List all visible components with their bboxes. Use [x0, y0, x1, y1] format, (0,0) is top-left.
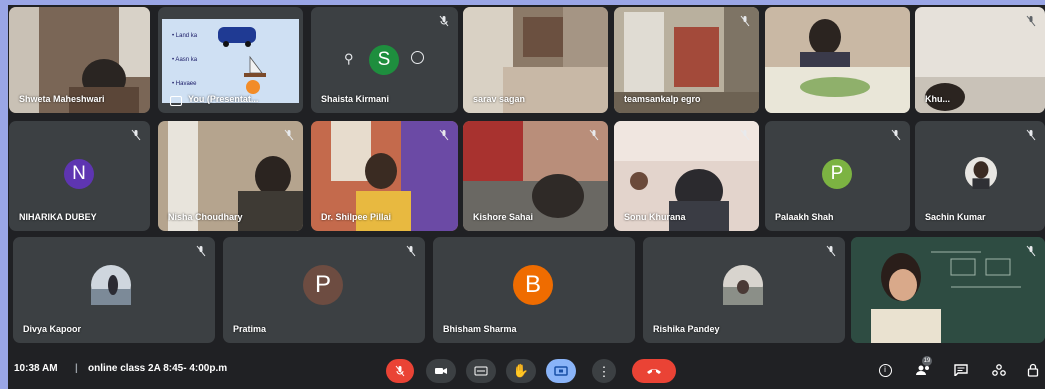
more-options-icon: ⋮: [597, 363, 611, 379]
participant-name: Bhisham Sharma: [443, 324, 517, 334]
control-bar: 10:38 AM | online class 2A 8:45- 4:00p.m…: [8, 349, 1045, 389]
mic-off-icon: [740, 129, 750, 141]
participant-tile-active-speaker[interactable]: [851, 237, 1045, 343]
camera-toggle-button[interactable]: [426, 359, 456, 383]
avatar: [91, 265, 131, 305]
participant-name: Sachin Kumar: [925, 212, 986, 222]
mic-off-icon: [284, 129, 294, 141]
mic-off-icon: [1026, 15, 1036, 27]
participant-name: Palaakh Shah: [775, 212, 834, 222]
participant-name: Rishika Pandey: [653, 324, 720, 334]
meeting-title: online class 2A 8:45- 4:00p.m: [88, 363, 228, 374]
participant-name: Dr. Shilpee Pillai: [321, 212, 392, 222]
end-call-icon: [647, 369, 661, 374]
mic-off-icon: [740, 15, 750, 27]
mic-toggle-button[interactable]: [386, 359, 414, 383]
participant-name: sarav sagan: [473, 94, 526, 104]
host-controls-icon: [1027, 363, 1039, 377]
participant-name: Shweta Maheshwari: [19, 94, 105, 104]
avatar: B: [513, 265, 553, 305]
meeting-time: 10:38 AM: [14, 363, 58, 374]
participant-name: Kishore Sahai: [473, 212, 534, 222]
participant-tile[interactable]: ⚲ S Shaista Kirmani: [311, 7, 458, 113]
participant-name: Shaista Kirmani: [321, 94, 390, 104]
slide-line: • Aasn ka: [172, 57, 198, 63]
slide-line: • Land ka: [172, 33, 198, 39]
participant-tile[interactable]: Kishore Sahai: [463, 121, 608, 231]
participant-tile[interactable]: P Palaakh Shah: [765, 121, 910, 231]
mic-off-icon: [1026, 129, 1036, 141]
remove-icon[interactable]: [411, 51, 424, 64]
participant-name: You (Presentat...: [188, 94, 259, 104]
avatar: [723, 265, 763, 305]
info-button[interactable]: i: [874, 359, 896, 381]
mic-off-icon: [395, 365, 405, 377]
activities-button[interactable]: [988, 359, 1010, 381]
present-button[interactable]: [546, 359, 576, 383]
slide-line: • Havaee: [172, 81, 197, 87]
people-icon: [916, 365, 929, 375]
participant-tile[interactable]: Nisha Choudhary: [158, 121, 303, 231]
info-icon: i: [878, 363, 892, 377]
captions-icon: [474, 366, 488, 376]
camera-icon: [435, 368, 447, 374]
raise-hand-icon: ✋: [512, 363, 530, 378]
participant-name: Pratima: [233, 324, 267, 334]
participant-name: Divya Kapoor: [23, 324, 82, 334]
participant-tile[interactable]: [765, 7, 910, 113]
meet-window: Shweta Maheshwari • Land ka • Aasn ka • …: [8, 5, 1045, 389]
mic-off-icon: [589, 129, 599, 141]
participant-name: Sonu Khurana: [624, 212, 686, 222]
video-feed: [851, 237, 1045, 343]
captions-button[interactable]: [466, 359, 496, 383]
chat-button[interactable]: [950, 359, 972, 381]
participant-name: NIHARIKA DUBEY: [19, 212, 97, 222]
participant-tile[interactable]: Shweta Maheshwari: [9, 7, 150, 113]
participant-tile[interactable]: sarav sagan: [463, 7, 608, 113]
participant-tile[interactable]: Divya Kapoor: [13, 237, 215, 343]
avatar: N: [64, 159, 94, 189]
mic-off-icon: [406, 245, 416, 257]
participant-tile[interactable]: N NIHARIKA DUBEY: [9, 121, 150, 231]
avatar: P: [822, 159, 852, 189]
chat-icon: [954, 364, 968, 376]
participants-count-badge: 19: [922, 356, 932, 366]
participant-tile[interactable]: P Pratima: [223, 237, 425, 343]
mic-off-icon: [1026, 245, 1036, 257]
mic-off-icon: [439, 129, 449, 141]
avatar: S: [369, 45, 399, 75]
more-options-button[interactable]: ⋮: [592, 359, 616, 383]
participant-name: Nisha Choudhary: [168, 212, 243, 222]
participant-name: teamsankalp egro: [624, 94, 701, 104]
mic-off-icon: [891, 129, 901, 141]
video-feed: [765, 7, 910, 113]
participant-tile[interactable]: Sachin Kumar: [915, 121, 1045, 231]
host-controls-button[interactable]: [1022, 359, 1044, 381]
participant-name: Khu...: [925, 94, 950, 104]
avatar: [965, 157, 997, 189]
participant-tile[interactable]: teamsankalp egro: [614, 7, 759, 113]
participant-tile[interactable]: Dr. Shilpee Pillai: [311, 121, 458, 231]
mic-off-icon: [131, 129, 141, 141]
present-screen-icon: [554, 366, 568, 376]
avatar: P: [303, 265, 343, 305]
participant-tile[interactable]: B Bhisham Sharma: [433, 237, 635, 343]
mic-off-icon: [196, 245, 206, 257]
participant-tile[interactable]: Rishika Pandey: [643, 237, 845, 343]
separator: |: [75, 363, 78, 374]
present-indicator-icon: [170, 96, 182, 106]
mic-off-icon: [439, 15, 449, 27]
end-call-button[interactable]: [632, 359, 676, 383]
participant-tile[interactable]: Sonu Khurana: [614, 121, 759, 231]
participant-tile[interactable]: Khu...: [915, 7, 1045, 113]
participant-tile-presentation[interactable]: • Land ka • Aasn ka • Havaee You (Presen…: [158, 7, 303, 113]
pin-icon[interactable]: ⚲: [344, 51, 354, 67]
people-button[interactable]: 19: [912, 356, 934, 381]
activities-icon: [992, 364, 1006, 376]
mic-off-icon: [826, 245, 836, 257]
raise-hand-button[interactable]: ✋: [506, 359, 536, 383]
